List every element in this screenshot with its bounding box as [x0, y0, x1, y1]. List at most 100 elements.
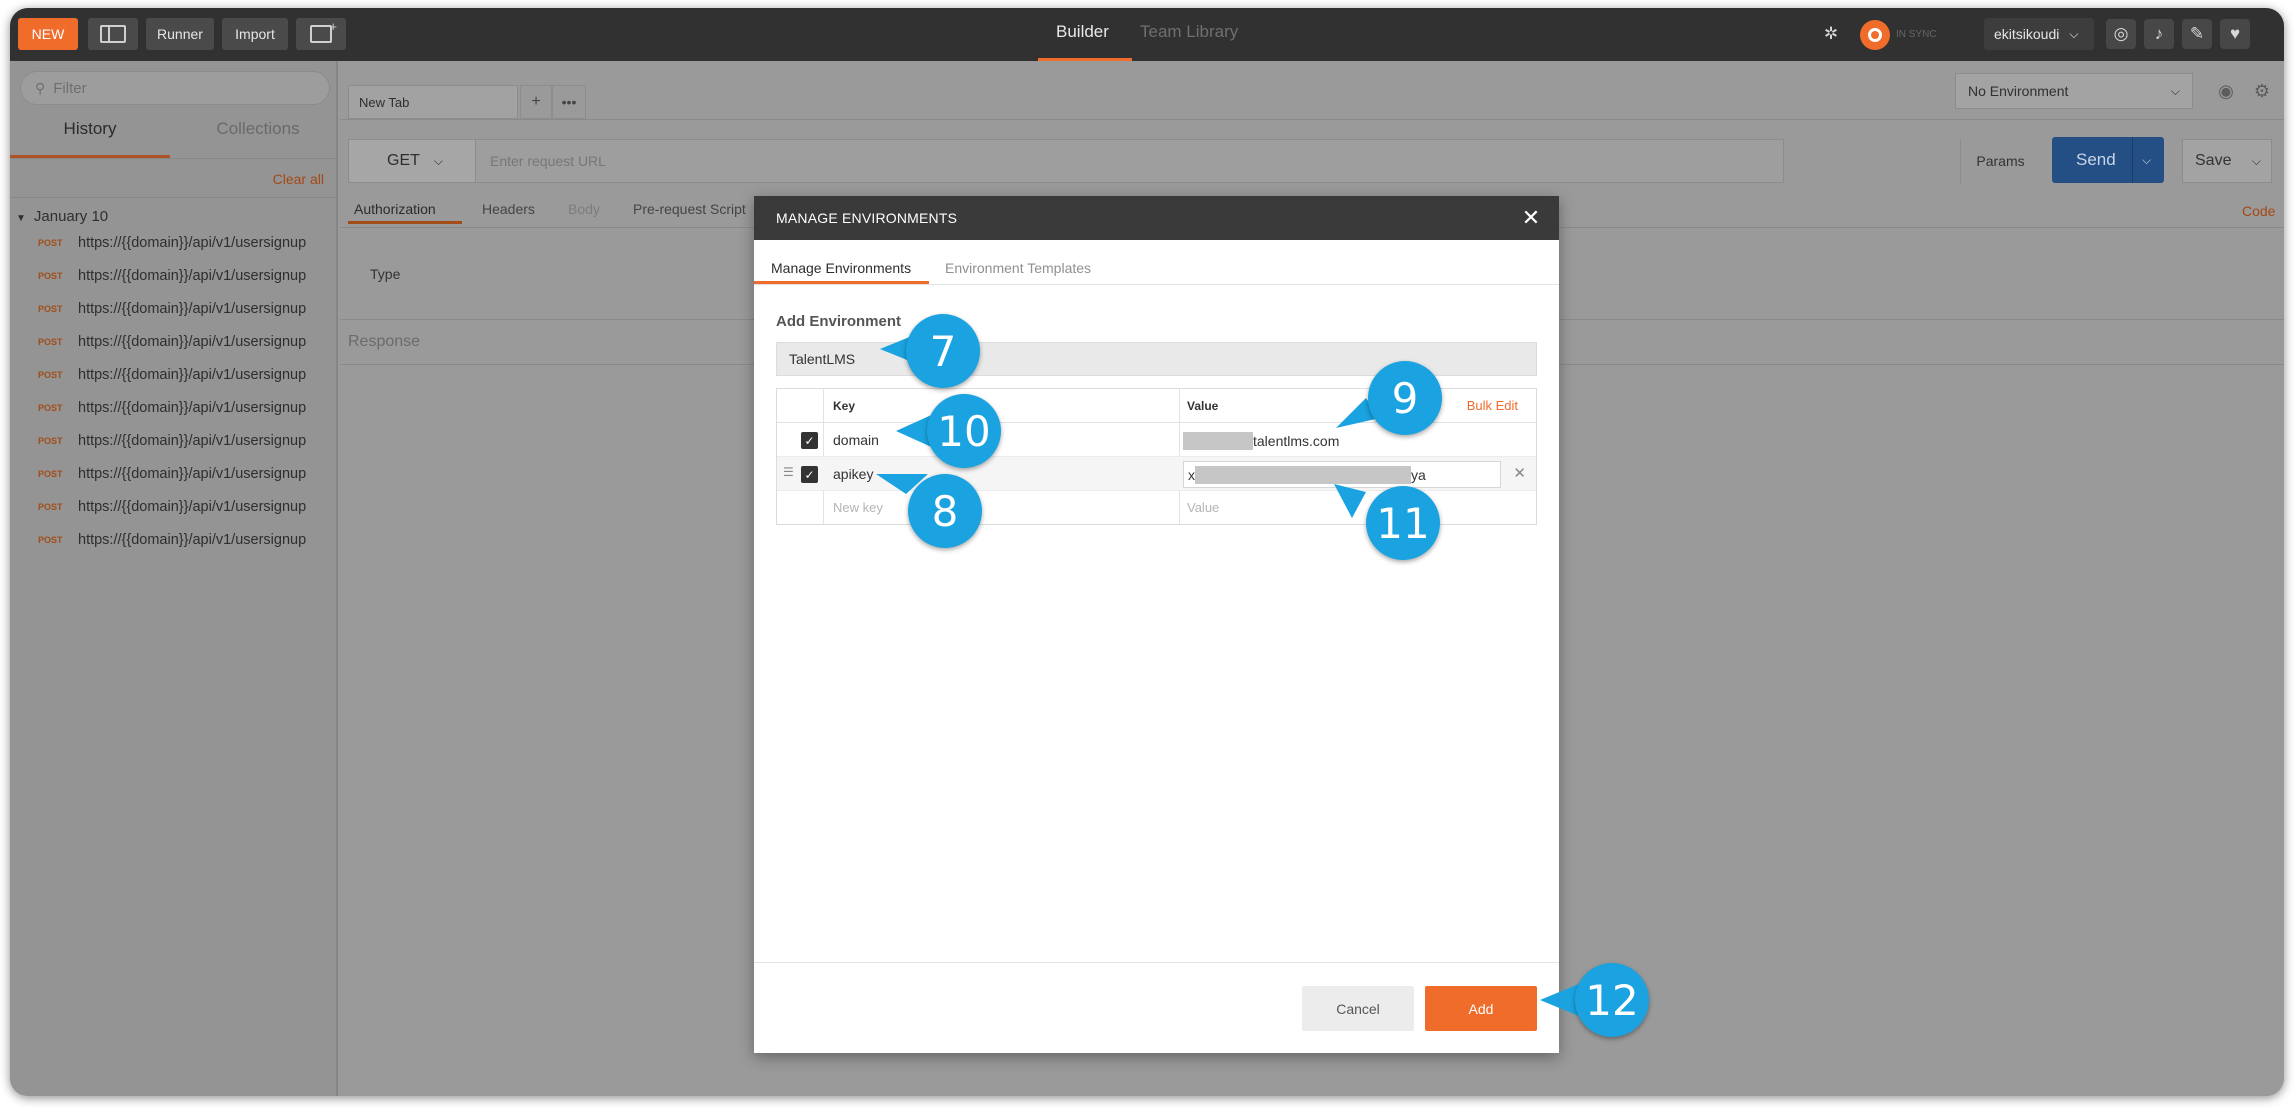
tab-body[interactable]: Body — [568, 201, 600, 217]
add-button[interactable]: Add — [1425, 986, 1537, 1031]
notifications-bell-icon[interactable]: ♪ — [2144, 19, 2174, 49]
close-icon[interactable]: ✕ — [1517, 204, 1545, 232]
subtab-active-indicator — [348, 221, 462, 224]
delete-row-icon[interactable]: ✕ — [1513, 464, 1526, 482]
method-select[interactable]: GET ⌵ — [348, 139, 476, 183]
history-item[interactable]: POST https://{{domain}}/api/v1/usersignup — [38, 235, 306, 251]
send-separator — [2132, 137, 2133, 183]
new-button[interactable]: NEW — [18, 18, 78, 50]
eye-icon[interactable]: ◉ — [2210, 75, 2242, 107]
row-key[interactable]: apikey — [833, 466, 873, 482]
new-key-input[interactable]: New key — [833, 500, 883, 515]
clear-all-link[interactable]: Clear all — [273, 171, 324, 187]
interceptor-icon[interactable]: ✲ — [1816, 19, 1846, 49]
drag-handle-icon[interactable]: ☰ — [783, 465, 794, 479]
save-button[interactable]: Save ⌵ — [2182, 139, 2272, 183]
cancel-button[interactable]: Cancel — [1302, 986, 1414, 1031]
history-item[interactable]: POST https://{{domain}}/api/v1/usersignup — [38, 466, 306, 482]
tab-collections[interactable]: Collections — [178, 119, 338, 139]
redacted-block — [1195, 465, 1411, 484]
import-button[interactable]: Import — [222, 18, 288, 50]
modal-header: MANAGE ENVIRONMENTS — [754, 196, 1559, 240]
row-key[interactable]: domain — [833, 432, 879, 448]
heart-icon[interactable]: ♥ — [2220, 19, 2250, 49]
history-item-method: POST — [38, 502, 63, 512]
history-item[interactable]: POST https://{{domain}}/api/v1/usersignup — [38, 532, 306, 548]
filter-input[interactable]: ⚲ Filter — [20, 71, 330, 105]
nav-team-library[interactable]: Team Library — [1140, 22, 1238, 42]
history-item[interactable]: POST https://{{domain}}/api/v1/usersignup — [38, 400, 306, 416]
tab-environment-templates[interactable]: Environment Templates — [945, 260, 1091, 276]
new-window-icon: + — [310, 20, 337, 43]
manage-environments-modal: MANAGE ENVIRONMENTS ✕ Manage Environment… — [754, 196, 1559, 1053]
history-item-url: https://{{domain}}/api/v1/usersignup — [78, 400, 307, 416]
history-item-url: https://{{domain}}/api/v1/usersignup — [78, 433, 307, 449]
environment-select-value: No Environment — [1968, 83, 2069, 99]
history-group-label: January 10 — [33, 208, 109, 225]
history-item-method: POST — [38, 337, 63, 347]
tab-pre-request-script[interactable]: Pre-request Script — [633, 201, 746, 217]
callout-badge-7: 7 — [906, 314, 980, 388]
new-window-button[interactable]: + — [296, 18, 346, 50]
params-button[interactable]: Params — [1960, 139, 2040, 183]
history-item-url: https://{{domain}}/api/v1/usersignup — [78, 235, 307, 251]
environment-select[interactable]: No Environment ⌵ — [1955, 73, 2193, 109]
redacted-block — [1183, 432, 1253, 450]
runner-button[interactable]: Runner — [146, 18, 214, 50]
gear-icon[interactable]: ⚙ — [2246, 75, 2278, 107]
history-item-url: https://{{domain}}/api/v1/usersignup — [78, 268, 307, 284]
auth-type-label: Type — [370, 266, 401, 282]
row-value-text: talentlms.com — [1253, 433, 1340, 449]
response-label: Response — [348, 333, 421, 350]
wrench-icon[interactable]: ✎ — [2182, 19, 2212, 49]
nav-builder[interactable]: Builder — [1056, 22, 1109, 42]
send-label: Send — [2076, 150, 2116, 169]
callout-badge-12: 12 — [1575, 963, 1649, 1037]
chevron-down-icon[interactable]: ⌵ — [2142, 153, 2151, 168]
history-item[interactable]: POST https://{{domain}}/api/v1/usersignup — [38, 301, 306, 317]
callout-badge-9: 9 — [1368, 361, 1442, 435]
add-environment-label: Add Environment — [776, 313, 902, 330]
username: ekitsikoudi — [1994, 26, 2060, 42]
tab-headers[interactable]: Headers — [482, 201, 535, 217]
add-tab-button[interactable]: + — [520, 85, 552, 119]
history-item[interactable]: POST https://{{domain}}/api/v1/usersignup — [38, 367, 306, 383]
history-item-url: https://{{domain}}/api/v1/usersignup — [78, 532, 307, 548]
sync-icon[interactable] — [1860, 20, 1890, 50]
history-item-method: POST — [38, 271, 63, 281]
column-header-value: Value — [1187, 399, 1219, 413]
tab-more-button[interactable]: ••• — [552, 85, 586, 119]
history-item[interactable]: POST https://{{domain}}/api/v1/usersignup — [38, 334, 306, 350]
row-enabled-checkbox[interactable]: ✓ — [801, 466, 818, 483]
modal-title: MANAGE ENVIRONMENTS — [776, 210, 958, 226]
divider — [754, 962, 1559, 963]
history-item-url: https://{{domain}}/api/v1/usersignup — [78, 301, 307, 317]
divider — [340, 119, 2284, 120]
chevron-down-icon: ⌵ — [2170, 83, 2180, 98]
history-item-method: POST — [38, 304, 63, 314]
row-value-input[interactable]: x ya — [1183, 461, 1501, 488]
toggle-sidebar-button[interactable] — [88, 18, 138, 50]
url-input[interactable]: Enter request URL — [490, 153, 606, 169]
history-item[interactable]: POST https://{{domain}}/api/v1/usersignup — [38, 433, 306, 449]
tab-history[interactable]: History — [10, 119, 170, 139]
row-value[interactable]: talentlms.com — [1183, 432, 1339, 450]
tab-authorization[interactable]: Authorization — [354, 201, 436, 217]
history-group-header[interactable]: ▼ January 10 — [16, 208, 108, 225]
request-tab[interactable]: New Tab — [348, 85, 518, 119]
settings-sync-icon[interactable]: ◎ — [2106, 19, 2136, 49]
caret-down-icon: ▼ — [16, 213, 26, 224]
user-menu[interactable]: ekitsikoudi ⌵ — [1984, 18, 2094, 50]
save-label: Save — [2195, 152, 2232, 169]
tab-manage-environments[interactable]: Manage Environments — [771, 260, 911, 276]
filter-placeholder: Filter — [53, 79, 87, 97]
bulk-edit-link[interactable]: Bulk Edit — [1467, 398, 1518, 413]
new-value-input[interactable]: Value — [1187, 500, 1219, 515]
history-item[interactable]: POST https://{{domain}}/api/v1/usersignup — [38, 268, 306, 284]
code-link[interactable]: Code — [2242, 203, 2275, 219]
callout-badge-8: 8 — [908, 474, 982, 548]
row-enabled-checkbox[interactable]: ✓ — [801, 432, 818, 449]
history-item[interactable]: POST https://{{domain}}/api/v1/usersignup — [38, 499, 306, 515]
send-button[interactable]: Send ⌵ — [2052, 137, 2164, 183]
chevron-down-icon[interactable]: ⌵ — [2252, 154, 2261, 169]
